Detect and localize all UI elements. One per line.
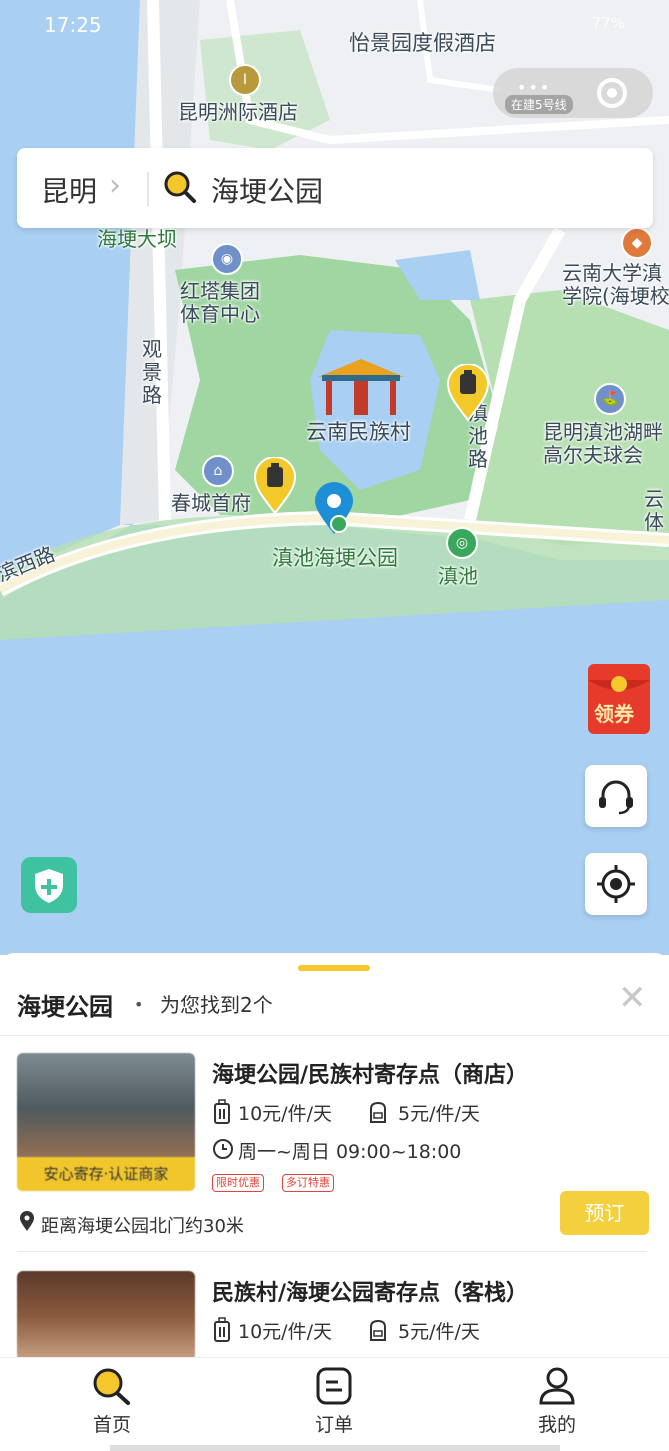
map-label-dam: 海埂大坝 xyxy=(97,227,177,251)
map-label-university: 云南大学滇 学院(海埂校 xyxy=(562,261,669,308)
battery-level: 77% xyxy=(591,14,625,32)
map-label-resort: 怡景园度假酒店 xyxy=(349,31,496,55)
suitcase-icon xyxy=(214,1099,230,1124)
map-label-intl-hotel: 昆明洲际酒店 xyxy=(178,100,298,124)
profile-icon xyxy=(539,1367,575,1405)
tab-orders[interactable]: 订单 xyxy=(274,1366,394,1437)
headset-icon xyxy=(599,780,633,815)
location-pin-icon xyxy=(315,482,353,534)
scenic-spot-icon: ◎ xyxy=(446,527,478,559)
status-time: 17:25 xyxy=(44,13,102,37)
sheet-title: 海埂公园 xyxy=(17,993,113,1021)
map-label-dianchi: 滇池 xyxy=(438,564,478,588)
price-large-luggage: 10元/件/天 xyxy=(238,1103,332,1125)
price-large-luggage: 10元/件/天 xyxy=(238,1321,332,1343)
search-bar[interactable]: 昆明 › 海埂公园 xyxy=(17,148,653,228)
store-name: 民族村/海埂公园寄存点（客栈） xyxy=(212,1281,529,1306)
shield-plus-icon xyxy=(35,869,63,903)
map-label-minzu-village: 云南民族村 xyxy=(306,420,411,444)
backpack-icon xyxy=(370,1319,386,1341)
locate-me-button[interactable] xyxy=(585,853,647,915)
close-mini-program-icon[interactable] xyxy=(597,78,627,108)
suitcase-icon xyxy=(214,1317,230,1342)
stadium-icon: ◉ xyxy=(211,243,243,275)
status-bar: 17:25 77% xyxy=(0,0,669,50)
mini-program-capsule[interactable]: ••• 在建5号线 xyxy=(493,68,653,118)
tab-home[interactable]: 首页 xyxy=(52,1366,172,1437)
separator-dot: • xyxy=(134,995,144,1014)
promo-tag: 多订特惠 xyxy=(282,1174,334,1192)
map-label-chuncheng: 春城首府 xyxy=(171,491,251,515)
hotel-icon: I xyxy=(229,64,261,96)
map-view[interactable]: 17:25 77% ••• 在建5号线 怡景园度假酒店 I 昆明洲际酒店 海埂大… xyxy=(0,0,669,955)
coupon-label: 领券 xyxy=(594,702,634,726)
price-small-luggage: 5元/件/天 xyxy=(398,1103,480,1125)
tab-label: 订单 xyxy=(314,1414,353,1436)
school-icon: ◆ xyxy=(621,227,653,259)
map-label-edge: 云 体 xyxy=(644,487,664,534)
coupon-button[interactable]: 领券 xyxy=(586,660,656,735)
close-icon[interactable]: ✕ xyxy=(618,981,647,1015)
city-selector[interactable]: 昆明 xyxy=(41,170,97,210)
distance-text: 距离海埂公园北门约30米 xyxy=(41,1216,244,1237)
price-small-luggage: 5元/件/天 xyxy=(398,1321,480,1343)
tab-label: 我的 xyxy=(537,1414,576,1436)
insurance-button[interactable] xyxy=(21,857,77,913)
metro-chip: 在建5号线 xyxy=(505,95,573,114)
map-label-haigeng-park: 滇池海埂公园 xyxy=(272,546,398,570)
backpack-icon xyxy=(370,1101,386,1123)
luggage-marker-icon[interactable] xyxy=(446,364,490,422)
golf-icon: ⛳ xyxy=(594,383,626,415)
map-base xyxy=(0,0,669,955)
tab-profile[interactable]: 我的 xyxy=(497,1366,617,1437)
search-input[interactable]: 海埂公园 xyxy=(211,170,323,210)
luggage-marker-icon[interactable] xyxy=(253,457,297,515)
business-hours: 周一~周日 09:00~18:00 xyxy=(238,1141,462,1163)
divider xyxy=(17,1251,647,1252)
store-photo: 安心寄存·认证商家 xyxy=(17,1053,195,1191)
store-name: 海埂公园/民族村寄存点（商店） xyxy=(212,1063,529,1088)
map-label-gym: 红塔集团 体育中心 xyxy=(180,279,260,326)
clock-icon xyxy=(213,1139,233,1159)
order-icon xyxy=(316,1367,352,1405)
crosshair-icon xyxy=(597,865,635,903)
map-label-golf: 昆明滇池湖畔 高尔夫球会 xyxy=(543,420,663,467)
customer-service-button[interactable] xyxy=(585,765,647,827)
location-marker-icon xyxy=(20,1211,34,1231)
search-icon[interactable] xyxy=(163,170,197,204)
tab-label: 首页 xyxy=(92,1414,131,1436)
gate-landmark-icon xyxy=(318,359,404,415)
book-button[interactable]: 预订 xyxy=(560,1191,649,1235)
certified-badge: 安心寄存·认证商家 xyxy=(17,1157,195,1191)
home-indicator xyxy=(110,1445,560,1451)
chevron-right-icon[interactable]: › xyxy=(109,168,121,203)
divider xyxy=(0,1035,669,1036)
divider xyxy=(147,172,149,206)
promo-tag: 限时优惠 xyxy=(212,1174,264,1192)
bottom-tab-bar: 首页 订单 我的 xyxy=(0,1357,669,1451)
sheet-drag-handle[interactable] xyxy=(298,965,370,971)
search-icon xyxy=(93,1368,130,1405)
result-count: 为您找到2个 xyxy=(160,993,273,1017)
store-photo xyxy=(17,1271,195,1361)
map-label-guanjing-road: 观 景 路 xyxy=(142,337,162,407)
house-icon: ⌂ xyxy=(202,455,234,487)
